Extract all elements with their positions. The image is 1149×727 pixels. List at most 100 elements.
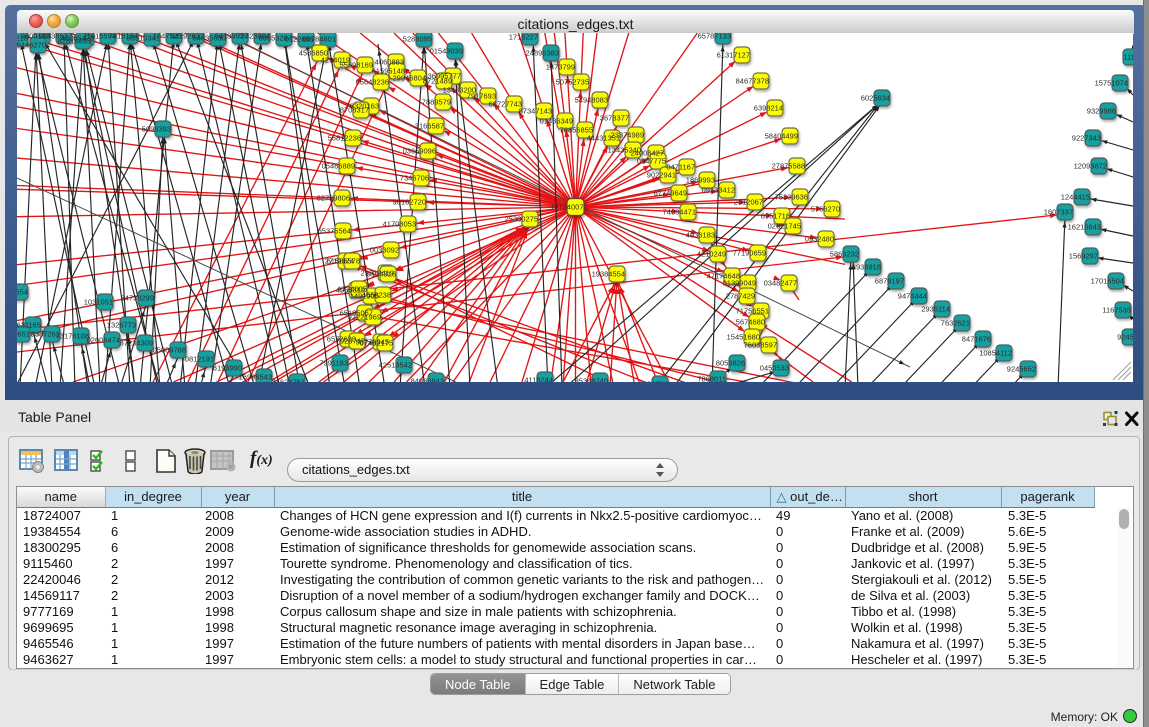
svg-text:25300275: 25300275 [505, 215, 538, 224]
svg-text:7868011: 7868011 [697, 375, 726, 383]
svg-text:7991183: 7991183 [319, 359, 348, 368]
svg-text:5869232: 5869232 [830, 250, 859, 259]
svg-text:6025634: 6025634 [861, 94, 890, 103]
svg-text:8721489: 8721489 [423, 77, 452, 86]
svg-text:7632621: 7632621 [941, 319, 970, 328]
svg-text:27875588: 27875588 [772, 162, 805, 171]
svg-text:8471676: 8471676 [962, 335, 991, 344]
svg-text:75339636: 75339636 [775, 193, 808, 202]
svg-text:01436349: 01436349 [540, 117, 573, 126]
svg-text:1718227: 1718227 [509, 33, 538, 42]
svg-text:2935114: 2935114 [921, 305, 950, 314]
svg-text:1326773: 1326773 [107, 321, 136, 330]
svg-text:10854112: 10854112 [979, 349, 1012, 358]
svg-text:84677378: 84677378 [736, 77, 769, 86]
svg-text:84980841: 84980841 [411, 377, 444, 383]
svg-text:9022941: 9022941 [647, 171, 676, 180]
svg-text:65648236: 65648236 [356, 78, 389, 87]
svg-text:34738299: 34738299 [121, 294, 154, 303]
svg-text:1607337: 1607337 [1044, 208, 1073, 217]
svg-text:50752735: 50752735 [556, 78, 589, 87]
svg-text:5674680: 5674680 [736, 318, 765, 327]
svg-text:65787133: 65787133 [698, 33, 731, 41]
svg-text:2787429: 2787429 [726, 292, 755, 301]
svg-text:8059826: 8059826 [716, 359, 745, 368]
svg-text:16210643: 16210643 [1068, 223, 1101, 232]
svg-text:0947775: 0947775 [637, 157, 666, 166]
svg-text:54948083: 54948083 [575, 96, 608, 105]
svg-text:3678377: 3678377 [600, 114, 629, 123]
svg-text:4060883: 4060883 [375, 58, 404, 67]
svg-text:37631165: 37631165 [17, 321, 41, 330]
svg-text:87234309: 87234309 [120, 339, 153, 348]
svg-text:87347143: 87347143 [519, 107, 552, 116]
svg-text:82814893: 82814893 [58, 37, 91, 46]
svg-text:69784801: 69784801 [303, 35, 336, 44]
svg-text:0033092: 0033092 [370, 246, 399, 255]
svg-text:55812236: 55812236 [328, 134, 361, 143]
svg-text:62729806: 62729806 [317, 194, 350, 203]
svg-text:01543039: 01543039 [430, 47, 463, 56]
svg-text:2812067: 2812067 [734, 198, 763, 207]
svg-text:1117: 1117 [1123, 53, 1133, 62]
svg-text:43303654: 43303654 [17, 288, 28, 297]
svg-text:92221969: 92221969 [348, 313, 381, 322]
svg-text:73178108: 73178108 [56, 332, 89, 341]
svg-text:4936183: 4936183 [686, 231, 715, 240]
svg-text:65375564: 65375564 [318, 227, 351, 236]
svg-text:41708053: 41708053 [383, 220, 416, 229]
svg-text:1167535: 1167535 [1102, 306, 1131, 315]
svg-text:61317127: 61317127 [717, 51, 750, 60]
svg-text:02606474: 02606474 [87, 336, 120, 345]
svg-text:09133412: 09133412 [702, 186, 735, 195]
svg-text:71756551: 71756551 [736, 307, 769, 316]
svg-text:74034471: 74034471 [663, 208, 696, 217]
svg-text:4210249: 4210249 [697, 250, 726, 259]
svg-text:0450533: 0450533 [760, 364, 789, 373]
svg-text:67749649: 67749649 [654, 189, 687, 198]
svg-text:34624751: 34624751 [272, 378, 305, 383]
svg-text:76038597: 76038597 [744, 341, 777, 350]
svg-text:3166587: 3166587 [415, 122, 444, 131]
svg-text:45146270: 45146270 [17, 41, 46, 50]
svg-text:42513542: 42513542 [379, 361, 412, 370]
svg-text:4118244: 4118244 [524, 376, 553, 383]
svg-text:15751074: 15751074 [1095, 79, 1128, 88]
svg-text:6400524: 6400524 [639, 380, 668, 383]
svg-text:03669096: 03669096 [403, 147, 436, 156]
svg-text:1869993: 1869993 [686, 176, 715, 185]
svg-text:1473799: 1473799 [546, 63, 575, 72]
svg-text:02621745: 02621745 [768, 222, 801, 231]
svg-text:9474444: 9474444 [898, 292, 927, 301]
svg-text:07482175: 07482175 [360, 339, 393, 348]
svg-text:23374989: 23374989 [611, 131, 644, 140]
svg-text:01399049: 01399049 [723, 279, 756, 288]
svg-text:61586578: 61586578 [327, 257, 360, 266]
svg-text:18724007: 18724007 [550, 203, 583, 212]
svg-text:4556238: 4556238 [362, 291, 391, 300]
svg-text:1569297: 1569297 [1069, 252, 1098, 261]
svg-text:6398214: 6398214 [754, 104, 783, 113]
svg-text:8951718: 8951718 [761, 212, 790, 221]
svg-text:29946804: 29946804 [393, 74, 426, 83]
svg-text:05009788: 05009788 [153, 346, 186, 355]
svg-text:68727743: 68727743 [489, 100, 522, 109]
svg-text:67010651: 67010651 [17, 330, 30, 339]
svg-text:8708317: 8708317 [340, 106, 369, 115]
svg-text:5766270: 5766270 [811, 205, 840, 214]
svg-text:5098393: 5098393 [142, 125, 171, 134]
svg-text:1031051: 1031051 [84, 298, 113, 307]
svg-text:77190659: 77190659 [733, 249, 766, 258]
svg-text:92450: 92450 [1117, 333, 1133, 342]
svg-text:6193990: 6193990 [213, 364, 242, 373]
svg-text:17016504: 17016504 [1091, 277, 1124, 286]
svg-text:55698169: 55698169 [340, 61, 373, 70]
svg-text:9329986: 9329986 [1087, 107, 1116, 116]
svg-text:19384554: 19384554 [592, 270, 625, 279]
svg-text:1244415: 1244415 [1061, 193, 1090, 202]
svg-text:9134316: 9134316 [367, 270, 396, 279]
svg-text:03482477: 03482477 [764, 279, 797, 288]
svg-text:24896383: 24896383 [526, 49, 559, 58]
svg-text:0932480: 0932480 [805, 235, 834, 244]
svg-text:35348740: 35348740 [575, 377, 608, 383]
